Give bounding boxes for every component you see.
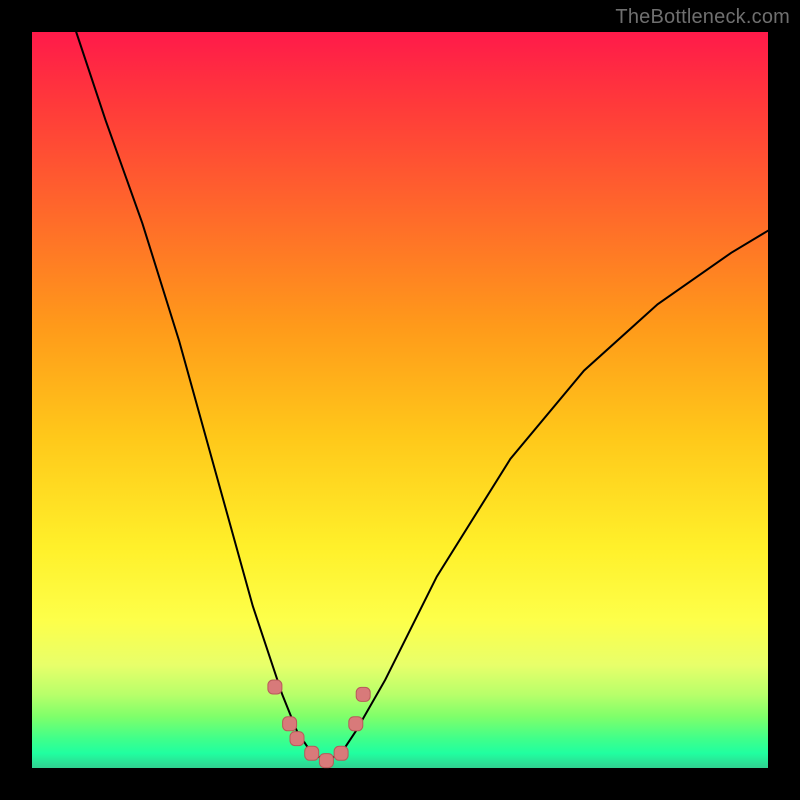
chart-frame: TheBottleneck.com	[0, 0, 800, 800]
highlight-marker	[319, 754, 333, 768]
highlight-marker	[356, 687, 370, 701]
highlight-marker	[283, 717, 297, 731]
highlight-markers-group	[268, 680, 370, 768]
highlight-marker	[334, 746, 348, 760]
highlight-marker	[290, 732, 304, 746]
curve-layer	[32, 32, 768, 768]
bottleneck-curve-path	[76, 32, 768, 761]
highlight-marker	[305, 746, 319, 760]
highlight-marker	[349, 717, 363, 731]
watermark-text: TheBottleneck.com	[615, 6, 790, 29]
plot-area	[32, 32, 768, 768]
highlight-marker	[268, 680, 282, 694]
